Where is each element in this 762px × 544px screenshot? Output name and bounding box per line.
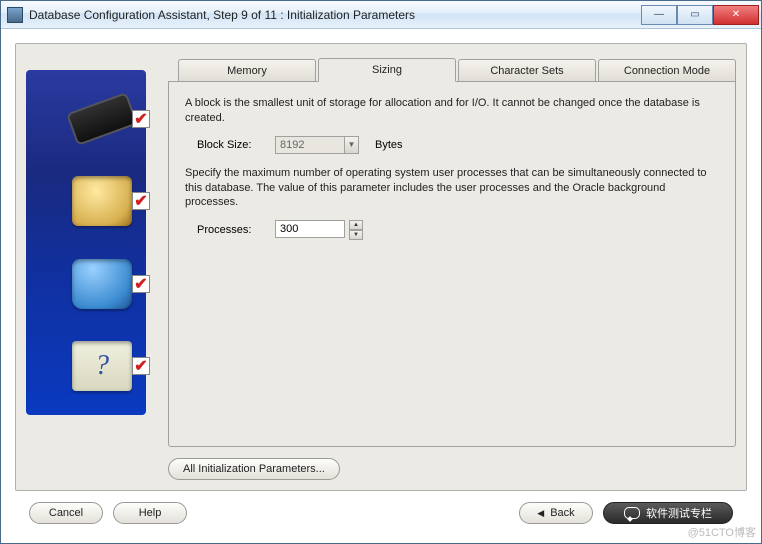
question-glyph: ? [95,350,109,382]
database-icon [72,259,132,309]
processes-row: Processes: ▲ ▼ [197,220,719,240]
content-area: ✔ ✔ ✔ ? ✔ [1,29,761,543]
chevron-down-icon[interactable]: ▼ [345,136,359,154]
next-button[interactable]: 软件测试专栏 [603,502,733,524]
block-size-description: A block is the smallest unit of storage … [185,96,719,126]
check-icon: ✔ [132,110,150,128]
window-frame: Database Configuration Assistant, Step 9… [0,0,762,544]
all-initialization-parameters-button[interactable]: All Initialization Parameters... [168,458,340,480]
minimize-button[interactable]: — [641,5,677,25]
processes-label: Processes: [197,224,267,236]
check-icon: ✔ [132,192,150,210]
tab-character-sets[interactable]: Character Sets [458,59,596,81]
next-label: 软件测试专栏 [646,505,712,521]
wizard-step-2: ✔ [34,166,138,236]
processes-input[interactable] [275,220,345,238]
tab-area: Memory Sizing Character Sets Connection … [168,54,736,480]
tab-row: Memory Sizing Character Sets Connection … [168,54,736,82]
chat-icon [624,507,640,519]
wizard-step-4: ? ✔ [34,331,138,401]
block-size-unit: Bytes [375,139,403,151]
spinner-arrows: ▲ ▼ [349,220,363,240]
chevron-left-icon: ◀ [537,508,544,519]
block-size-combo[interactable]: ▼ [275,136,359,154]
titlebar: Database Configuration Assistant, Step 9… [1,1,761,29]
back-label: Back [550,507,574,519]
tab-content-sizing: A block is the smallest unit of storage … [168,81,736,447]
tab-connection-mode[interactable]: Connection Mode [598,59,736,81]
main-panel: ✔ ✔ ✔ ? ✔ [15,43,747,491]
back-button[interactable]: ◀ Back [519,502,593,524]
window-title: Database Configuration Assistant, Step 9… [29,8,641,22]
block-size-row: Block Size: ▼ Bytes [197,136,719,154]
wizard-step-1: ✔ [34,84,138,154]
close-button[interactable]: ✕ [713,5,759,25]
folder-icon [72,176,132,226]
footer-bar: Cancel Help ◀ Back 软件测试专栏 [15,491,747,535]
block-size-input[interactable] [275,136,345,154]
processes-spinner[interactable]: ▲ ▼ [275,220,363,240]
spinner-down-icon[interactable]: ▼ [349,230,363,240]
block-size-label: Block Size: [197,139,267,151]
window-controls: — ▭ ✕ [641,5,759,25]
processes-description: Specify the maximum number of operating … [185,166,719,211]
cancel-button[interactable]: Cancel [29,502,103,524]
tab-memory[interactable]: Memory [178,59,316,81]
tab-sizing[interactable]: Sizing [318,58,456,82]
question-icon: ? [72,341,132,391]
chip-icon [69,95,136,144]
help-button[interactable]: Help [113,502,187,524]
maximize-button[interactable]: ▭ [677,5,713,25]
wizard-step-3: ✔ [34,249,138,319]
wizard-graphic: ✔ ✔ ✔ ? ✔ [26,70,146,415]
check-icon: ✔ [132,275,150,293]
spinner-up-icon[interactable]: ▲ [349,220,363,230]
app-icon [7,7,23,23]
check-icon: ✔ [132,357,150,375]
wizard-sidebar: ✔ ✔ ✔ ? ✔ [26,54,156,480]
